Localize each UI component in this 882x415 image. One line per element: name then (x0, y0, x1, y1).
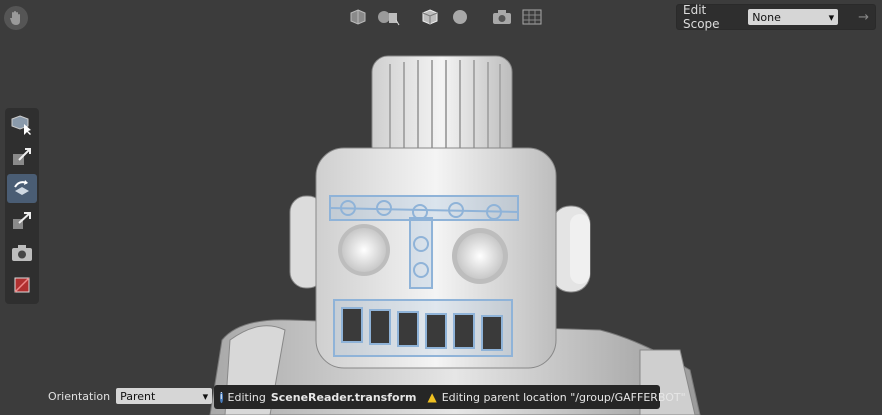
status-bar: i Editing SceneReader.transform ▲ Editin… (214, 385, 686, 409)
arrow-right-icon[interactable]: → (858, 10, 869, 25)
orientation-label: Orientation (48, 389, 111, 403)
robot-hat (371, 55, 513, 163)
scale-tool-icon[interactable] (7, 206, 37, 235)
camera-tool-icon[interactable] (7, 238, 37, 267)
crop-window-tool-icon[interactable] (7, 270, 37, 299)
warning-icon: ▲ (427, 390, 437, 404)
info-icon: i (220, 391, 223, 403)
wireframe-icon[interactable] (418, 6, 442, 28)
editing-prefix: Editing (227, 390, 266, 404)
edit-scope-dropdown[interactable]: None ▾ (748, 9, 839, 25)
orientation-value: Parent (120, 389, 156, 403)
hand-icon[interactable] (4, 6, 28, 30)
grid-icon[interactable] (520, 6, 544, 28)
camera-icon[interactable] (490, 6, 514, 28)
tool-bar (5, 108, 39, 304)
orientation-dropdown[interactable]: Parent ▾ (116, 388, 213, 404)
sphere-icon[interactable] (448, 6, 472, 28)
edit-scope-value: None (752, 10, 781, 24)
orientation-widget: Orientation Parent ▾ (48, 388, 213, 404)
chevron-down-icon: ▾ (202, 389, 209, 403)
selection-tool-icon[interactable] (7, 110, 37, 139)
warning-text: Editing parent location "/group/GAFFERBO… (441, 390, 686, 404)
edit-scope-widget: Edit Scope None ▾ → (676, 3, 876, 31)
editing-target: SceneReader.transform (270, 390, 417, 404)
viewport-toolbar (346, 6, 544, 28)
chevron-down-icon: ▾ (828, 10, 835, 24)
viewport[interactable] (0, 0, 882, 415)
expansion-icon[interactable] (376, 6, 400, 28)
translate-tool-icon[interactable] (7, 142, 37, 171)
edit-scope-label: Edit Scope (683, 3, 720, 31)
rotate-tool-icon[interactable] (7, 174, 37, 203)
shading-mode-icon[interactable] (346, 6, 370, 28)
